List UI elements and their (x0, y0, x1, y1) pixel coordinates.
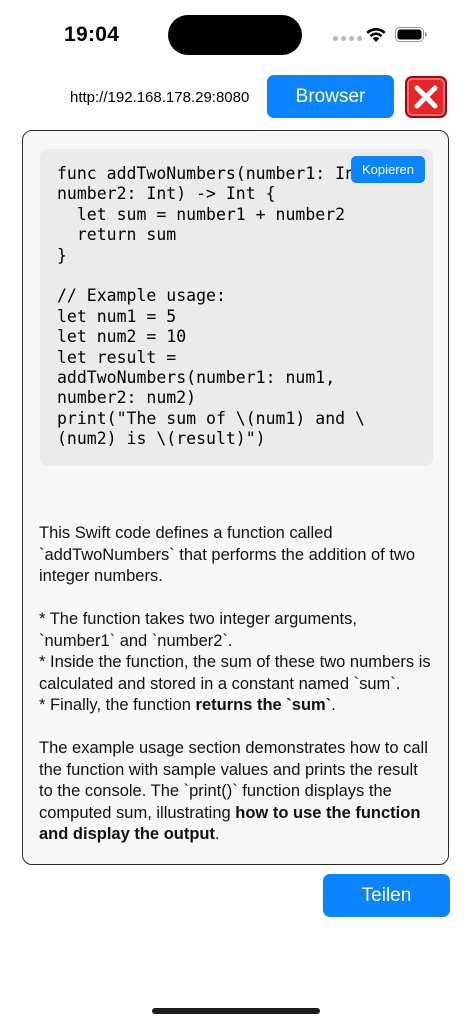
code-block: func addTwoNumbers(number1: Int, number2… (40, 149, 433, 466)
code-text: func addTwoNumbers(number1: Int, number2… (57, 164, 375, 449)
bullet-bold-text: returns the `sum` (195, 696, 332, 714)
wifi-icon (366, 27, 386, 42)
bullet-item: * Inside the function, the sum of these … (39, 653, 431, 693)
browser-button[interactable]: Browser (267, 75, 394, 118)
copy-button[interactable]: Kopieren (351, 156, 425, 183)
bullet-item-end: . (331, 696, 336, 714)
explanation-paragraph: The example usage section demonstrates h… (39, 738, 435, 846)
status-bar: 19:04 (0, 0, 471, 70)
close-button[interactable] (405, 76, 447, 118)
home-indicator[interactable] (152, 1008, 320, 1014)
response-card[interactable]: func addTwoNumbers(number1: Int, number2… (22, 130, 449, 865)
server-url: http://192.168.178.29:8080 (70, 89, 250, 106)
battery-icon (395, 27, 427, 42)
bullet-item: * Finally, the function (39, 696, 196, 714)
dynamic-island (168, 15, 302, 55)
status-time: 19:04 (64, 23, 120, 46)
bullet-item: * The function takes two integer argumen… (39, 610, 357, 650)
close-icon (414, 85, 438, 109)
explanation-text: This Swift code defines a function calle… (39, 523, 435, 864)
explanation-bullets: * The function takes two integer argumen… (39, 609, 435, 717)
paragraph-text-end: . (215, 825, 220, 843)
explanation-paragraph: This Swift code defines a function calle… (39, 524, 416, 585)
share-button[interactable]: Teilen (323, 874, 450, 917)
cellular-signal-icon (333, 36, 362, 41)
